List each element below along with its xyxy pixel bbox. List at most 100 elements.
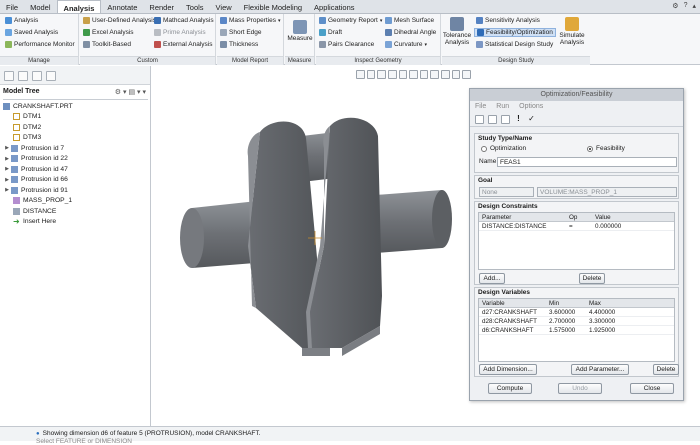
view-manager-icon[interactable] (419, 70, 429, 79)
menu-file[interactable]: File (0, 0, 24, 13)
table-row[interactable]: DISTANCE:DISTANCE = 0.000000 (479, 222, 674, 231)
tree-item[interactable]: ▶ Protrusion id 91 (3, 185, 148, 196)
pairs-clearance-button[interactable]: Pairs Clearance (319, 41, 374, 48)
tree-item[interactable]: ➜ Insert Here (3, 217, 148, 228)
tolerance-analysis-button[interactable]: Tolerance Analysis (442, 17, 472, 46)
compute-button[interactable]: Compute (488, 383, 532, 394)
minimize-icon[interactable]: ▴ (692, 2, 696, 10)
table-row[interactable]: d27:CRANKSHAFT 3.600000 4.400000 (479, 308, 674, 317)
table-row[interactable]: d6:CRANKSHAFT 1.575000 1.925000 (479, 326, 674, 335)
zoom-in-icon[interactable] (366, 70, 376, 79)
menu-applications[interactable]: Applications (308, 0, 360, 13)
short-edge-button[interactable]: Short Edge (220, 29, 262, 36)
add-parameter-button[interactable]: Add Parameter... (571, 364, 629, 375)
feasibility-optimization-button[interactable]: Feasibility/Optimization (474, 28, 556, 37)
tree-item[interactable]: ▶ Protrusion id 66 (3, 175, 148, 186)
study-name-input[interactable]: FEAS1 (497, 157, 677, 167)
table-row[interactable]: d28:CRANKSHAFT 2.700000 3.300000 (479, 317, 674, 326)
menu-annotate[interactable]: Annotate (101, 0, 143, 13)
menu-tools[interactable]: Tools (180, 0, 210, 13)
dialog-menu-run[interactable]: Run (496, 103, 509, 110)
optimization-radio[interactable]: Optimization (481, 145, 526, 152)
repaint-icon[interactable] (387, 70, 397, 79)
mass-properties-button[interactable]: Mass Properties ▾ (220, 17, 280, 24)
goal-target-select[interactable]: VOLUME:MASS_PROP_1 (537, 187, 677, 197)
tree-item[interactable]: DTM3 (3, 133, 148, 144)
sensitivity-analysis-button[interactable]: Sensitivity Analysis (476, 17, 540, 24)
menu-render[interactable]: Render (143, 0, 180, 13)
mesh-surface-button[interactable]: Mesh Surface (385, 17, 434, 24)
new-study-icon[interactable] (475, 114, 484, 124)
thickness-button[interactable]: Thickness (220, 41, 258, 48)
goal-type-select[interactable]: None (479, 187, 534, 197)
tree-item[interactable]: ▶ Protrusion id 7 (3, 143, 148, 154)
menu-model[interactable]: Model (24, 0, 56, 13)
close-button[interactable]: Close (630, 383, 674, 394)
tree-item[interactable]: DTM1 (3, 112, 148, 123)
help-icon[interactable]: ? (684, 2, 688, 10)
feasibility-radio[interactable]: Feasibility (587, 145, 625, 152)
tree-item[interactable]: ▶ Protrusion id 22 (3, 154, 148, 165)
draft-button[interactable]: Draft (319, 29, 342, 36)
mathcad-analysis-button[interactable]: Mathcad Analysis (154, 17, 214, 24)
layers-icon[interactable] (46, 71, 56, 81)
panel-splitter[interactable] (150, 66, 151, 426)
geometry-report-button[interactable]: Geometry Report ▾ (319, 17, 382, 24)
simulate-analysis-button[interactable]: Simulate Analysis (556, 17, 588, 46)
statistical-design-study-button[interactable]: Statistical Design Study (476, 41, 553, 48)
model-tree-tab-icon[interactable] (4, 71, 14, 81)
analysis-button[interactable]: Analysis (5, 17, 38, 24)
delete-variable-button[interactable]: Delete (653, 364, 679, 375)
exclamation-icon[interactable]: ! (514, 114, 523, 124)
prime-analysis-button[interactable]: Prime Analysis (154, 29, 206, 36)
save-study-icon[interactable] (501, 114, 510, 124)
menu-analysis[interactable]: Analysis (56, 0, 102, 13)
expand-arrow-icon[interactable]: ▶ (3, 145, 11, 151)
delete-constraint-button[interactable]: Delete (579, 273, 605, 284)
zoom-out-icon[interactable] (377, 70, 386, 79)
expand-arrow-icon[interactable]: ▶ (3, 187, 11, 193)
toolkit-based-button[interactable]: Toolkit-Based (83, 41, 131, 48)
dialog-menu-options[interactable]: Options (519, 103, 543, 110)
menu-view[interactable]: View (210, 0, 238, 13)
curvature-icon (385, 41, 392, 48)
graphics-viewport[interactable] (152, 86, 468, 422)
tree-item[interactable]: CRANKSHAFT.PRT (3, 101, 148, 112)
saved-analysis-button[interactable]: Saved Analysis (5, 29, 58, 36)
tree-item[interactable]: DISTANCE (3, 206, 148, 217)
performance-monitor-button[interactable]: Performance Monitor (5, 41, 75, 48)
settings-icon[interactable]: ⚙ (672, 2, 678, 10)
annotation-display-icon[interactable] (441, 70, 450, 79)
section-header: Design Constraints (478, 203, 538, 210)
dihedral-angle-button[interactable]: Dihedral Angle (385, 29, 436, 36)
tree-item[interactable]: ▶ Protrusion id 47 (3, 164, 148, 175)
undo-button[interactable]: Undo (558, 383, 602, 394)
tree-item[interactable]: MASS_PROP_1 (3, 196, 148, 207)
expand-arrow-icon[interactable]: ▶ (3, 177, 11, 183)
tree-item[interactable]: DTM2 (3, 122, 148, 133)
statistical-design-study-icon (476, 41, 483, 48)
excel-analysis-button[interactable]: Excel Analysis (83, 29, 134, 36)
measure-button[interactable]: Measure (286, 20, 314, 42)
add-constraint-button[interactable]: Add... (479, 273, 505, 284)
add-dimension-button[interactable]: Add Dimension... (479, 364, 537, 375)
refit-icon[interactable] (356, 70, 365, 79)
external-analysis-button[interactable]: External Analysis (154, 41, 213, 48)
perspective-icon[interactable] (462, 70, 472, 79)
curvature-button[interactable]: Curvature ▾ (385, 41, 427, 48)
favorites-icon[interactable] (32, 71, 42, 81)
open-study-icon[interactable] (488, 114, 497, 124)
spin-center-icon[interactable] (451, 70, 461, 79)
display-style-icon[interactable] (398, 70, 408, 79)
dialog-menu-file[interactable]: File (475, 103, 486, 110)
expand-arrow-icon[interactable]: ▶ (3, 166, 11, 172)
name-label: Name (479, 158, 497, 165)
user-defined-analysis-button[interactable]: User-Defined Analysis (83, 17, 156, 24)
datum-display-icon[interactable] (430, 70, 440, 79)
tree-settings-icon[interactable]: ⚙ ▾ ▤ ▾ ▾ (115, 88, 146, 96)
saved-views-icon[interactable] (409, 70, 418, 79)
folder-browser-icon[interactable] (18, 71, 28, 81)
expand-arrow-icon[interactable]: ▶ (3, 156, 11, 162)
menu-flexible-modeling[interactable]: Flexible Modeling (238, 0, 308, 13)
checkmark-icon[interactable]: ✓ (527, 114, 536, 124)
